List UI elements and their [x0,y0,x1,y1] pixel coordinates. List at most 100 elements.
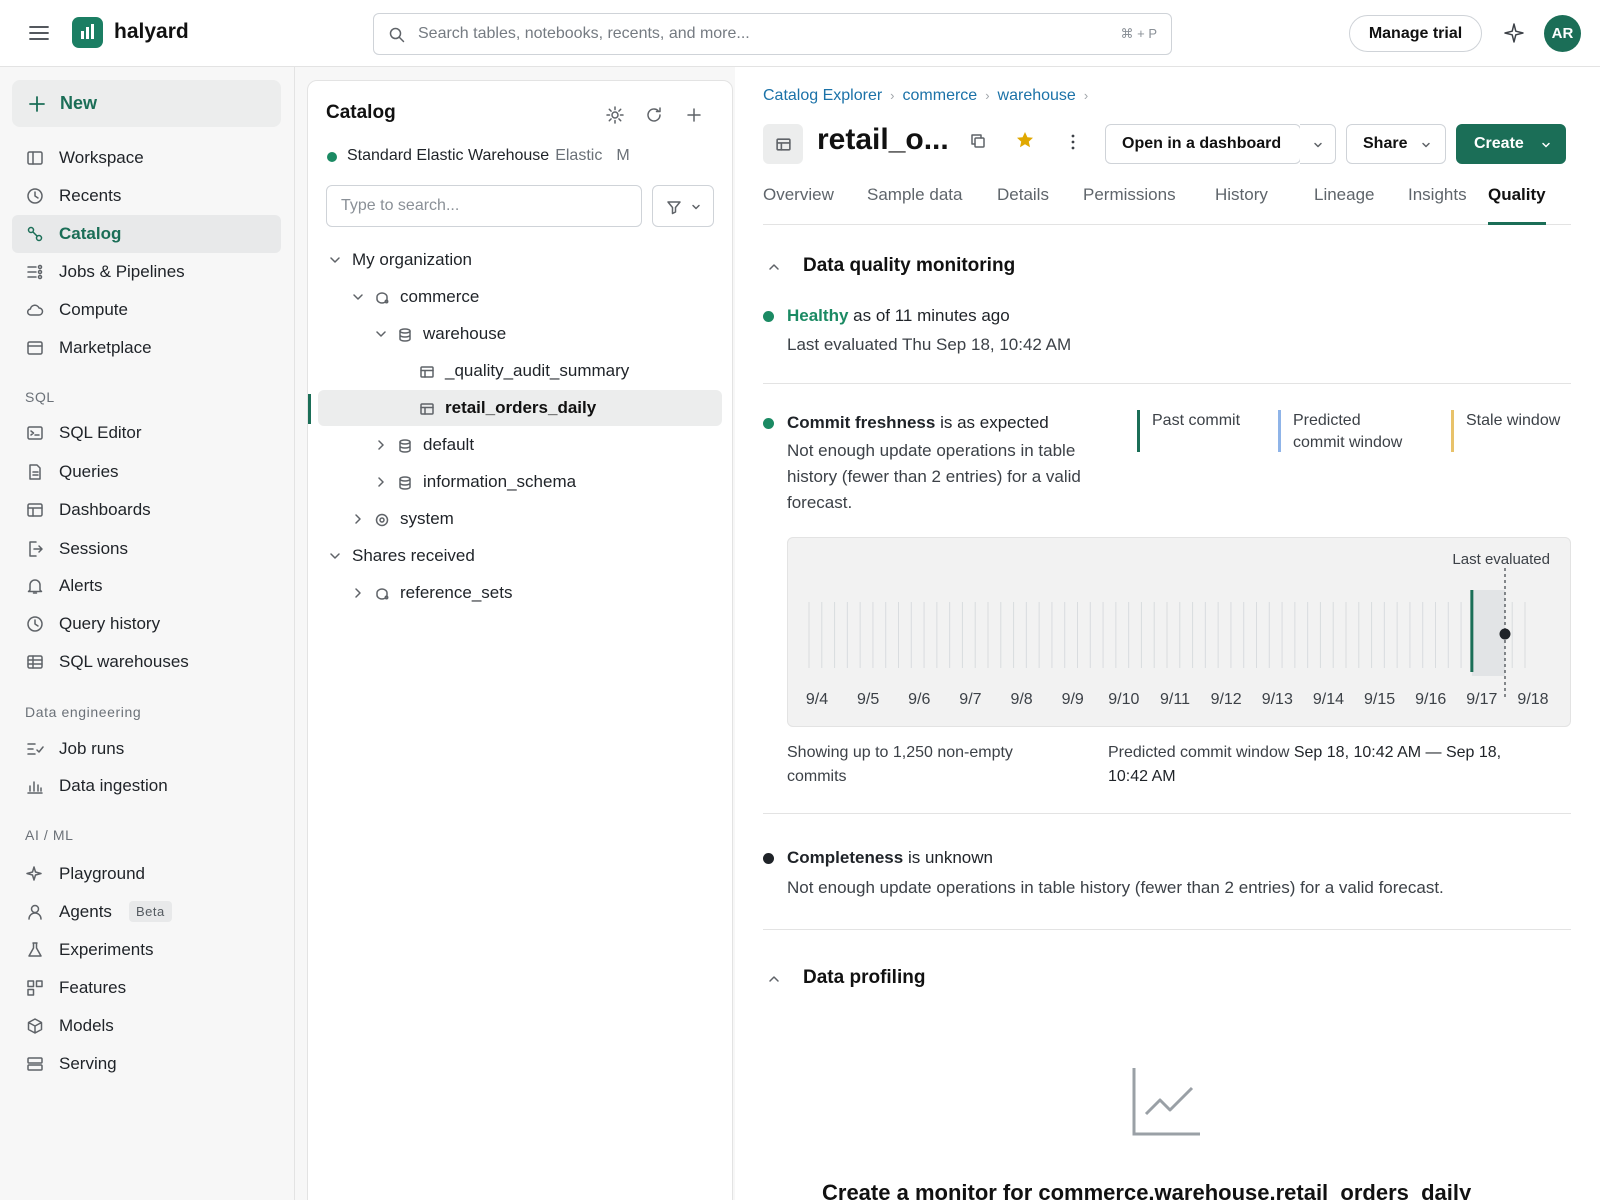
chevron-down-icon [1542,142,1550,148]
filter-button[interactable] [652,185,714,227]
sidebar-item-alerts[interactable]: Alerts [12,567,281,605]
breadcrumb-catalog-explorer[interactable]: Catalog Explorer [763,87,882,104]
sidebar-item-playground[interactable]: Playground [12,855,281,893]
open-dashboard-dropdown[interactable] [1300,124,1336,164]
sidebar-item-label: Data ingestion [59,776,168,795]
sidebar-item-recents[interactable]: Recents [12,177,281,215]
tree-node-quality-audit-summary[interactable]: _quality_audit_summary [318,353,722,389]
table-icon [420,366,434,378]
user-avatar[interactable]: AR [1544,15,1581,52]
gear-icon[interactable] [605,105,625,125]
x-tick-label: 9/9 [1062,691,1084,708]
sidebar-item-sql-editor[interactable]: SQL Editor [12,414,281,452]
sidebar-item-label: Workspace [59,148,144,167]
sidebar-item-serving[interactable]: Serving [12,1045,281,1083]
tab-overview[interactable]: Overview [763,185,834,225]
tab-details[interactable]: Details [997,185,1049,225]
tree-node-information-schema[interactable]: information_schema [318,464,722,500]
warehouse-name: Standard Elastic Warehouse [347,147,550,164]
bell-icon [27,579,43,594]
catalog-node-icon [376,588,389,600]
data-quality-section-toggle[interactable]: Data quality monitoring [763,255,1163,281]
tree-node-retail-orders-daily[interactable]: retail_orders_daily [318,390,722,426]
create-monitor-cta: Create a monitor for commerce.warehouse.… [822,1180,1472,1200]
sidebar-item-experiments[interactable]: Experiments [12,931,281,969]
chevron-down-icon [330,553,340,559]
new-button-label: New [60,93,98,113]
chevron-down-icon [1314,142,1322,148]
sidebar-item-compute[interactable]: Compute [12,291,281,329]
sidebar-item-workspace[interactable]: Workspace [12,139,281,177]
sidebar-item-label: Queries [59,462,119,481]
open-dashboard-label: Open in a dashboard [1122,135,1282,152]
warehouse-grid-icon [27,655,43,669]
sidebar-item-job-runs[interactable]: Job runs [12,730,281,768]
server-icon [27,1057,43,1071]
halyard-logo[interactable] [72,17,103,48]
x-tick-label: 9/13 [1262,691,1293,708]
freshness-state: is as expected [940,413,1049,432]
sidebar-item-agents[interactable]: Agents Beta [12,893,281,931]
tab-quality[interactable]: Quality [1488,185,1546,225]
legend-swatch-predicted [1278,410,1281,452]
sidebar-item-dashboards[interactable]: Dashboards [12,491,281,529]
refresh-icon[interactable] [644,105,664,125]
predicted-window-label: Predicted commit window [1108,744,1290,761]
sidebar-item-models[interactable]: Models [12,1007,281,1045]
sidebar-item-query-history[interactable]: Query history [12,605,281,643]
global-search-input[interactable]: Search tables, notebooks, recents, and m… [373,13,1172,55]
manage-trial-button[interactable]: Manage trial [1349,15,1482,52]
tree-label: commerce [400,287,480,306]
x-tick-label: 9/12 [1211,691,1242,708]
tree-node-warehouse[interactable]: warehouse [318,316,722,352]
tree-node-shares-received[interactable]: Shares received [318,538,722,574]
beta-badge: Beta [129,901,172,922]
tree-node-default[interactable]: default [318,427,722,463]
open-dashboard-button[interactable]: Open in a dashboard [1105,124,1301,164]
create-button[interactable]: Create [1456,124,1566,164]
sidebar-item-jobs-pipelines[interactable]: Jobs & Pipelines [12,253,281,291]
catalog-search-input[interactable]: Type to search... [326,185,642,227]
warehouse-selector[interactable]: Standard Elastic Warehouse Elastic M [347,147,630,165]
tab-sample-data[interactable]: Sample data [867,185,962,225]
sidebar-item-catalog[interactable]: Catalog [12,215,281,253]
tree-node-commerce[interactable]: commerce [318,279,722,315]
tab-insights[interactable]: Insights [1408,185,1467,225]
commit-count-line-1: Showing up to 1,250 non-empty [787,744,1013,761]
tab-permissions[interactable]: Permissions [1083,185,1176,225]
database-icon [399,476,411,490]
selection-indicator [308,394,311,424]
breadcrumb-separator: › [1083,88,1089,103]
chevron-right-icon [355,588,361,598]
sidebar-item-marketplace[interactable]: Marketplace [12,329,281,367]
predicted-window-value-2: 10:42 AM [1108,768,1176,785]
tree-node-reference-sets[interactable]: reference_sets [318,575,722,611]
sidebar-item-sessions[interactable]: Sessions [12,530,281,568]
tree-node-my-organization[interactable]: My organization [318,242,722,278]
menu-icon[interactable] [28,24,50,42]
data-profiling-section-toggle[interactable]: Data profiling [763,967,1163,993]
new-button[interactable]: New [12,80,281,127]
sidebar-item-label: Jobs & Pipelines [59,262,185,281]
share-button[interactable]: Share [1346,124,1446,164]
tab-lineage[interactable]: Lineage [1314,185,1375,225]
add-icon[interactable] [684,105,704,125]
ai-ml-section-header: AI / ML [25,827,74,843]
more-options-icon[interactable] [1065,133,1081,151]
predicted-window-info: Predicted commit window Sep 18, 10:42 AM… [1108,741,1548,789]
sidebar-item-sql-warehouses[interactable]: SQL warehouses [12,643,281,681]
sidebar-item-data-ingestion[interactable]: Data ingestion [12,767,281,805]
breadcrumb-warehouse[interactable]: warehouse [998,87,1076,104]
history-icon [27,616,43,632]
copy-icon[interactable] [969,132,987,150]
tree-node-system[interactable]: system [318,501,722,537]
legend-predicted-label-2: commit window [1293,434,1403,451]
chevron-right-icon [378,440,384,450]
health-status: Healthy as of 11 minutes ago [787,303,1010,328]
assistant-sparkle-icon[interactable] [1503,22,1525,44]
star-icon[interactable] [1015,130,1035,150]
sidebar-item-features[interactable]: Features [12,969,281,1007]
breadcrumb-commerce[interactable]: commerce [903,87,978,104]
tab-history[interactable]: History [1215,185,1268,225]
sidebar-item-queries[interactable]: Queries [12,453,281,491]
